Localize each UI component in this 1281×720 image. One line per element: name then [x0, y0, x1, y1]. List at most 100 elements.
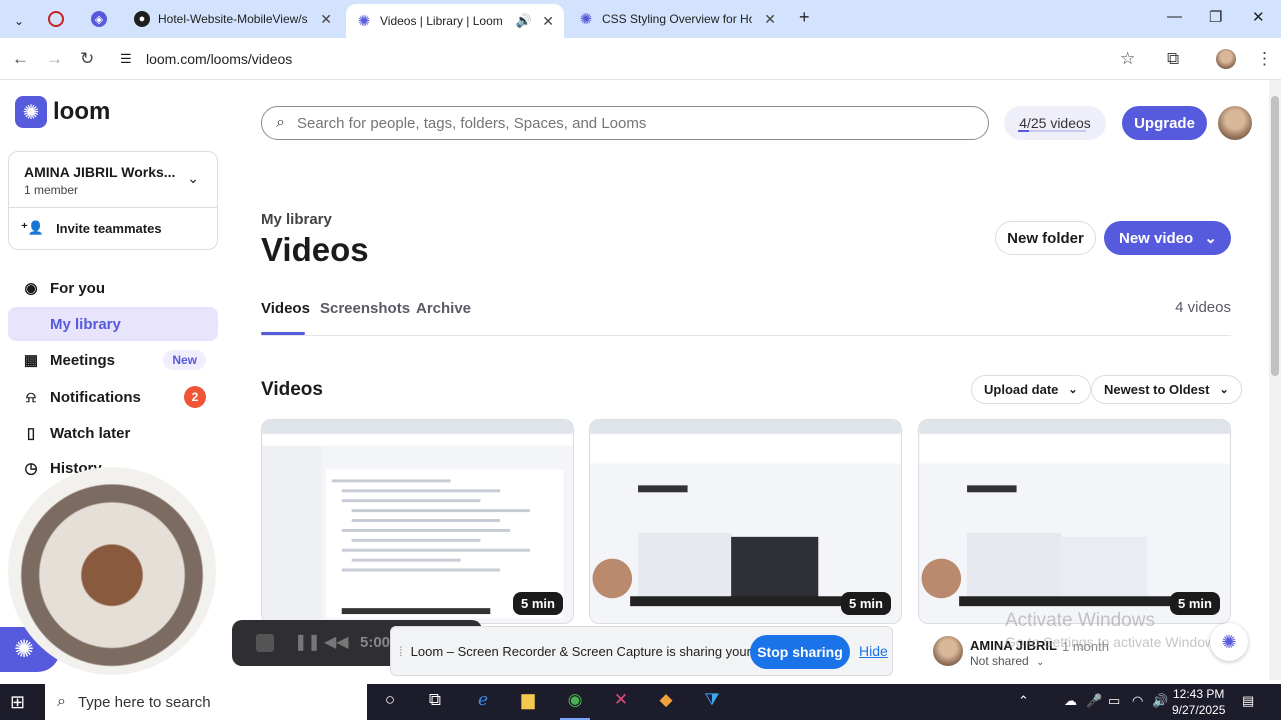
stop-recording-icon[interactable] — [256, 634, 274, 652]
close-window-icon[interactable]: ✕ — [1252, 8, 1265, 26]
recording-timer: 5:00 — [360, 634, 391, 651]
minimize-icon[interactable]: — — [1167, 8, 1182, 25]
taskbar-search[interactable]: ⌕ Type here to search — [45, 684, 367, 720]
close-tab-icon[interactable]: ✕ — [764, 11, 776, 28]
chevron-down-icon[interactable]: ⌄ — [1204, 229, 1217, 247]
back-icon[interactable]: ← — [12, 49, 29, 69]
new-video-label: New video — [1119, 229, 1194, 247]
task-view-icon[interactable]: ⧉ — [420, 690, 450, 714]
edge-icon[interactable]: ℯ — [468, 690, 498, 714]
close-tab-icon[interactable]: ✕ — [542, 13, 554, 30]
invite-teammates-button[interactable]: ⁺👤 Invite teammates — [21, 220, 162, 236]
assistant-fab[interactable]: ✺ — [1210, 623, 1248, 661]
url-field[interactable]: ☰ loom.com/looms/videos — [118, 44, 1148, 74]
tab-title: Hotel-Website-MobileView/scr — [158, 12, 308, 26]
new-video-button[interactable]: New video ⌄ — [1104, 221, 1231, 255]
mic-icon[interactable]: 🎤 — [1086, 693, 1102, 709]
breadcrumb[interactable]: My library — [261, 211, 332, 228]
search-bar[interactable]: ⌕ — [261, 106, 989, 140]
new-tab-icon[interactable]: + — [799, 7, 810, 28]
video-quota-progress-fill — [1018, 130, 1029, 132]
audio-playing-icon[interactable]: 🔊 — [516, 13, 532, 29]
search-input[interactable] — [296, 114, 937, 132]
tray-chevron-icon[interactable]: ⌃ — [1018, 693, 1029, 709]
pause-icon[interactable]: ❚❚ — [294, 632, 321, 652]
tab-github[interactable]: ● Hotel-Website-MobileView/scr ✕ — [124, 4, 342, 34]
battery-icon[interactable]: ▭ — [1108, 693, 1120, 709]
loom-logo[interactable]: ✺ loom — [15, 96, 110, 128]
notifications-icon[interactable]: ▤ — [1242, 693, 1254, 709]
activate-windows-subtext: Go to Settings to activate Windows. — [1005, 634, 1226, 650]
tab-chatgpt[interactable]: ✺ CSS Styling Overview for Hotel ✕ — [568, 4, 786, 34]
bookmark-icon: ▯ — [26, 425, 36, 442]
sharing-dropdown[interactable]: Not shared ⌄ — [970, 654, 1044, 668]
sidebar-item-watch-later[interactable]: ▯ Watch later — [8, 416, 218, 450]
tab-loom[interactable]: ✺ Videos | Library | Loom 🔊 ✕ — [346, 4, 564, 38]
restart-icon[interactable]: ◀◀ — [324, 632, 349, 652]
taskbar-clock[interactable]: 12:43 PM 9/27/2025 — [1172, 686, 1225, 718]
browser-tab-bar: ⌄ ◈ ● Hotel-Website-MobileView/scr ✕ ✺ V… — [0, 0, 1281, 38]
bookmark-star-icon[interactable]: ☆ — [1120, 49, 1135, 69]
library-tabs: Videos Screenshots Archive 4 videos — [261, 298, 1231, 336]
upgrade-button[interactable]: Upgrade — [1122, 106, 1207, 140]
video-card[interactable]: 5 min — [261, 419, 574, 624]
close-tab-icon[interactable]: ✕ — [320, 11, 332, 28]
video-card[interactable]: 5 min — [918, 419, 1231, 624]
page-scrollbar[interactable] — [1269, 80, 1281, 680]
stop-sharing-button[interactable]: Stop sharing — [750, 635, 850, 669]
volume-icon[interactable]: 🔊 — [1152, 693, 1168, 709]
chevron-down-icon[interactable]: ⌄ — [187, 170, 199, 187]
browser-menu-icon[interactable]: ⋮ — [1256, 49, 1273, 69]
tab-screenshots[interactable]: Screenshots — [320, 300, 410, 317]
extension-icon[interactable]: ◈ — [91, 11, 107, 27]
sidebar-item-meetings[interactable]: ▦ Meetings New — [8, 343, 218, 377]
author-avatar — [933, 636, 963, 666]
profile-avatar-icon[interactable] — [1216, 49, 1236, 69]
videos-count: 4 videos — [1175, 299, 1231, 316]
sidebar-item-for-you[interactable]: ◉ For you — [8, 271, 218, 305]
new-folder-button[interactable]: New folder — [995, 221, 1096, 255]
chevron-down-icon: ⌄ — [1219, 384, 1229, 396]
user-avatar[interactable] — [1218, 106, 1252, 140]
forward-icon[interactable]: → — [46, 49, 63, 69]
video-quota-pill[interactable]: 4/25 videos — [1004, 106, 1106, 140]
chatgpt-icon: ✺ — [579, 11, 593, 28]
address-bar-row: ← → ↻ ☰ loom.com/looms/videos ☆ ⧉ ⋮ — [0, 38, 1281, 80]
upgrade-label: Upgrade — [1134, 114, 1195, 132]
maximize-icon[interactable]: ❐ — [1209, 8, 1222, 26]
video-card[interactable]: 5 min — [589, 419, 902, 624]
file-explorer-icon[interactable]: ▆ — [513, 690, 543, 714]
chrome-icon[interactable]: ◉ — [560, 690, 590, 720]
wifi-icon[interactable]: ◠ — [1132, 693, 1143, 709]
hide-banner-link[interactable]: Hide — [859, 643, 888, 659]
tab-search-menu-icon[interactable]: ⌄ — [4, 6, 34, 36]
windows-start-icon[interactable]: ⊞ — [10, 692, 25, 713]
extensions-icon[interactable]: ⧉ — [1167, 49, 1179, 69]
vscode-icon[interactable]: ⧩ — [697, 690, 727, 714]
figma-icon[interactable]: ◆ — [651, 690, 681, 714]
bell-icon: ⍾ — [26, 388, 36, 406]
adobe-xd-icon[interactable]: ✕ — [606, 690, 636, 714]
workspace-switcher[interactable]: AMINA JIBRIL Works... 1 member ⌄ ⁺👤 Invi… — [8, 151, 218, 250]
record-icon[interactable] — [48, 11, 64, 27]
reload-icon[interactable]: ↻ — [80, 49, 94, 69]
drag-handle-icon[interactable]: ⁞ — [399, 644, 403, 659]
webcam-bubble[interactable] — [8, 467, 216, 675]
workspace-members: 1 member — [24, 183, 79, 197]
stop-sharing-label: Stop sharing — [757, 644, 843, 660]
cloud-icon[interactable]: ☁ — [1064, 693, 1077, 709]
cortana-icon[interactable]: ○ — [375, 690, 405, 714]
sidebar-item-label: My library — [50, 315, 121, 333]
video-duration-badge: 5 min — [1170, 592, 1220, 615]
tab-archive[interactable]: Archive — [416, 300, 471, 317]
sort-by-dropdown[interactable]: Upload date ⌄ — [971, 375, 1091, 404]
site-info-icon[interactable]: ☰ — [120, 51, 132, 67]
activate-windows-watermark: Activate Windows — [1005, 610, 1155, 631]
divider — [9, 207, 217, 208]
sidebar-item-notifications[interactable]: ⍾ Notifications 2 — [8, 380, 218, 414]
user-circle-icon: ◉ — [24, 280, 38, 297]
sort-order-dropdown[interactable]: Newest to Oldest ⌄ — [1091, 375, 1242, 404]
scrollbar-thumb[interactable] — [1271, 96, 1279, 376]
tab-videos[interactable]: Videos — [261, 300, 310, 317]
sidebar-item-my-library[interactable]: My library — [8, 307, 218, 341]
